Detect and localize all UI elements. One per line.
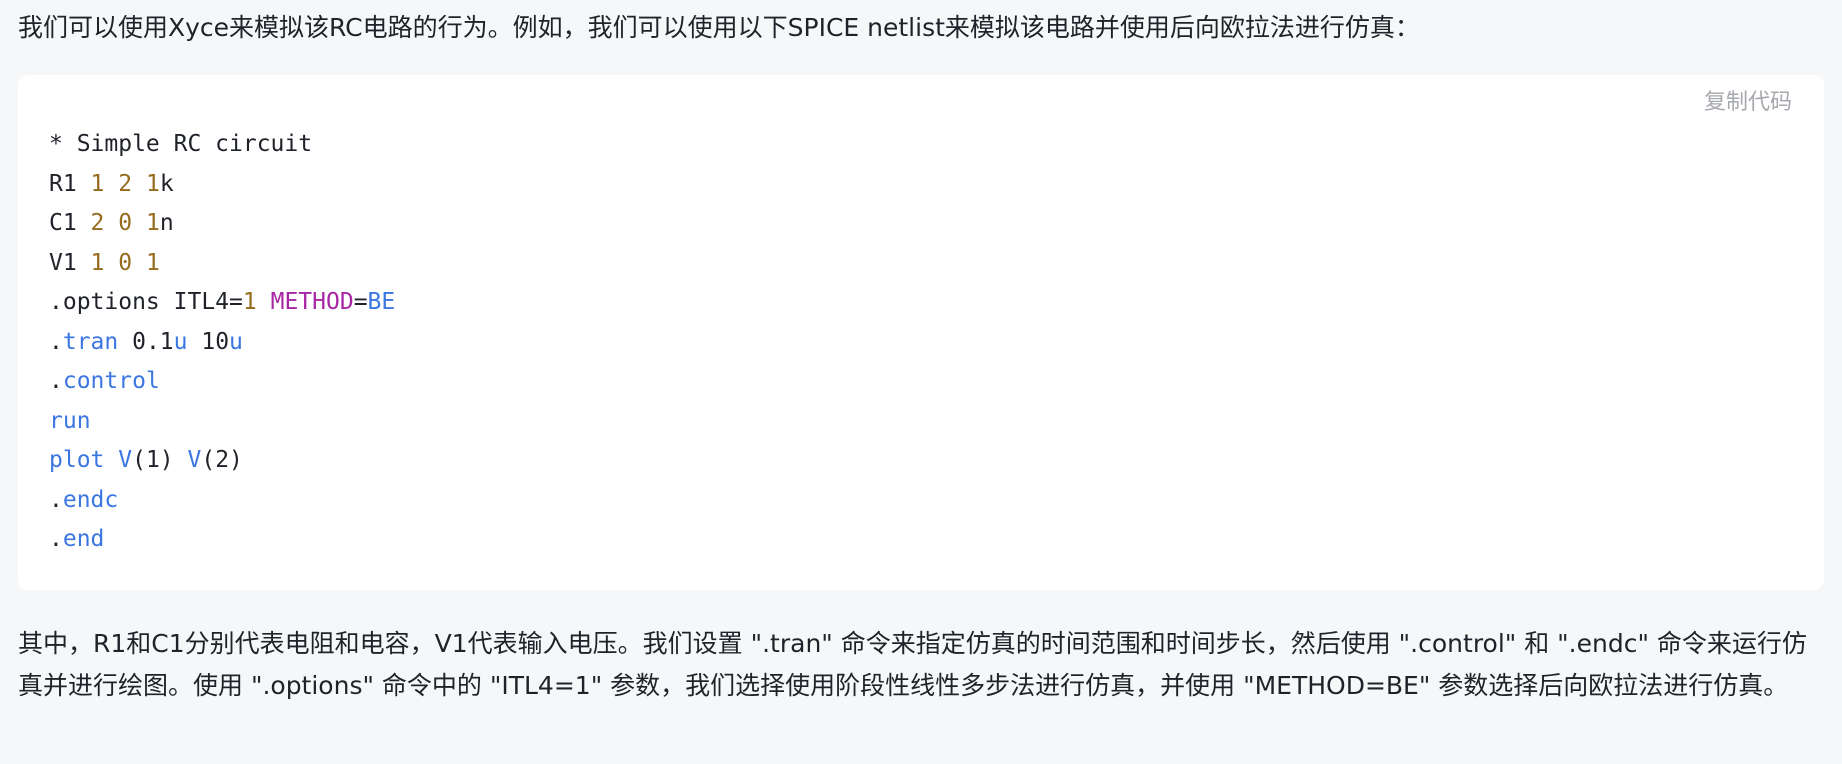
code-token: u <box>229 328 243 355</box>
code-token: .options ITL4= <box>49 289 243 315</box>
code-token: endc <box>62 486 119 513</box>
message-content: 我们可以使用Xyce来模拟该RC电路的行为。例如，我们可以使用以下SPICE n… <box>0 0 1842 707</box>
code-token: 10 <box>187 328 230 355</box>
code-token: run <box>49 407 91 434</box>
code-token: C1 <box>49 210 91 236</box>
code-token: (1) <box>132 447 188 473</box>
code-body: * Simple RC circuit R1 1 2 1k C1 2 0 1n V1 … <box>49 125 1824 560</box>
code-token: . <box>49 328 63 355</box>
code-token: 1 <box>90 170 105 197</box>
copy-code-button[interactable]: 复制代码 <box>1704 87 1792 119</box>
code-token: V <box>118 447 133 473</box>
code-token: = <box>353 289 368 315</box>
code-line: .tran 0.1u 10u <box>49 323 1824 363</box>
code-token: 2 <box>90 210 105 236</box>
code-token: plot <box>49 447 105 473</box>
code-token: . <box>49 486 63 513</box>
code-token: control <box>62 368 160 394</box>
code-token: METHOD <box>270 289 354 315</box>
code-token: n <box>159 210 174 236</box>
code-token: 0 <box>118 210 133 236</box>
code-token: 1 <box>145 170 160 197</box>
code-token: 1 <box>145 249 160 276</box>
code-line: plot V(1) V(2) <box>49 441 1824 481</box>
code-token: u <box>173 328 188 355</box>
code-token: tran <box>62 328 119 355</box>
code-line: .options ITL4=1 METHOD=BE <box>49 283 1824 323</box>
code-line: run <box>49 402 1824 442</box>
code-token: R1 <box>49 170 91 197</box>
code-token: 0 <box>118 249 133 276</box>
code-token: . <box>49 526 63 552</box>
outro-paragraph: 其中，R1和C1分别代表电阻和电容，V1代表输入电压。我们设置 ".tran" … <box>18 629 1807 700</box>
code-line: .endc <box>49 481 1824 521</box>
intro-paragraph: 我们可以使用Xyce来模拟该RC电路的行为。例如，我们可以使用以下SPICE n… <box>18 13 1420 42</box>
code-line: C1 2 0 1n <box>49 204 1824 244</box>
code-line: .control <box>49 362 1824 402</box>
code-token: 2 <box>118 170 133 197</box>
code-line: * Simple RC circuit <box>49 125 1824 165</box>
code-block: 复制代码 * Simple RC circuit R1 1 2 1k C1 2 0 … <box>18 75 1824 590</box>
code-token: 1 <box>145 210 160 236</box>
code-token: BE <box>367 289 396 315</box>
code-token: . <box>49 368 63 394</box>
code-token: * Simple RC circuit <box>49 131 313 157</box>
code-token: 1 <box>90 249 105 276</box>
code-token: k <box>159 170 174 197</box>
code-line: R1 1 2 1k <box>49 165 1824 205</box>
code-token: end <box>62 526 105 552</box>
code-line: .end <box>49 520 1824 560</box>
code-line: V1 1 0 1 <box>49 244 1824 284</box>
code-token: 0.1 <box>118 328 174 355</box>
code-token: V <box>187 447 202 473</box>
code-token: V1 <box>49 249 91 276</box>
code-token: 1 <box>242 289 257 315</box>
code-token: (2) <box>201 447 243 473</box>
